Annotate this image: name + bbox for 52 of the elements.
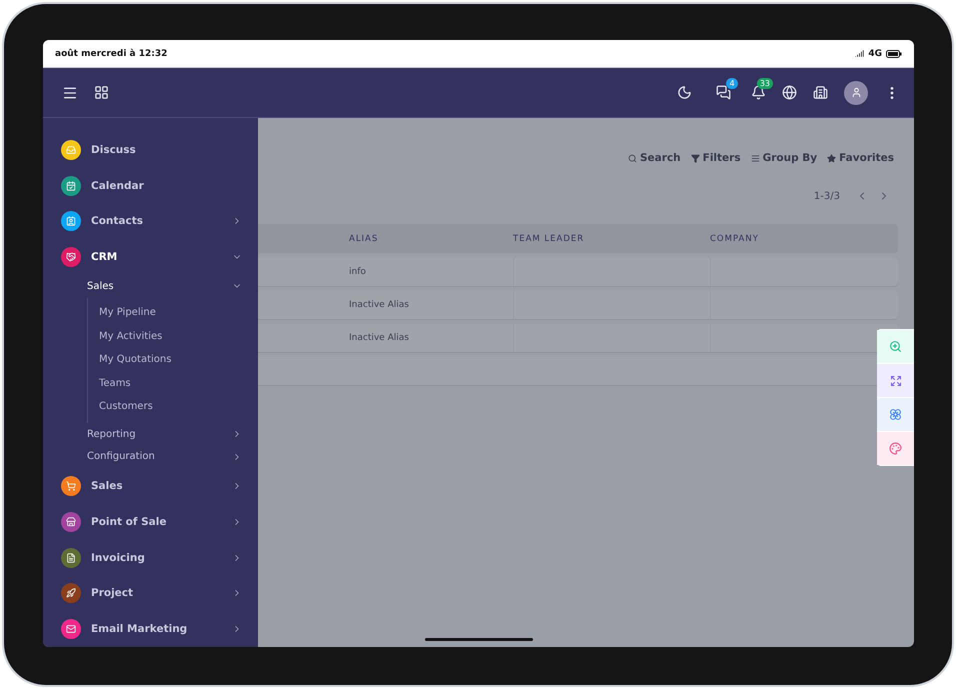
group-icon [750,154,760,162]
building-icon[interactable] [813,85,828,100]
grid-icon[interactable] [94,85,109,100]
message-count-badge: 4 [726,78,738,89]
table-cell: Inactive Alias [349,300,409,310]
search-icon [628,154,637,162]
sidebar-item[interactable]: Contacts [61,203,244,240]
chat-icon[interactable] [716,85,731,100]
pager-count: 1-3/3 [814,190,840,202]
bell-icon[interactable] [751,85,766,100]
submenu-item[interactable]: Sales [61,274,244,298]
settings-icon[interactable] [877,398,914,431]
favorite-icon [827,154,836,162]
filter-icon [690,154,700,162]
column-header[interactable]: TEAM LEADER [513,234,710,244]
battery-icon [886,50,902,58]
submenu-link[interactable]: My Pipeline [99,300,244,324]
expand-icon[interactable] [877,364,914,397]
sidebar-item[interactable]: Discuss [61,132,244,168]
status-time: août mercredi à 12:32 [55,48,168,58]
search-bar-button[interactable]: Group By [750,152,818,164]
signal-icon [855,49,864,58]
palette-icon[interactable] [877,432,914,465]
network-label: 4G [868,48,882,58]
column-header[interactable]: ALIAS [349,234,513,244]
sidebar-item[interactable]: Point of Sale [61,504,244,540]
table-cell: info [349,267,366,277]
table-row[interactable]: Inactive Alias [258,291,898,319]
submenu-item[interactable]: Configuration [61,446,244,468]
submenu-link[interactable]: Teams [99,372,244,396]
sidebar-item[interactable]: Invoicing [61,540,244,576]
globe-icon[interactable] [782,85,797,100]
table-row[interactable]: info [258,258,898,286]
column-header[interactable]: COMPANY [710,234,898,244]
submenu-link[interactable]: My Activities [99,324,244,348]
table-cell: Inactive Alias [349,333,409,343]
notification-count-badge: 33 [756,78,773,89]
user-avatar[interactable] [844,80,868,104]
submenu-link[interactable]: Customers [99,395,244,419]
submenu-link[interactable]: My Quotations [99,348,244,372]
submenu-item[interactable]: Reporting [61,422,244,446]
sidebar-item[interactable]: Email Marketing [61,611,244,647]
moon-icon[interactable] [677,85,692,100]
sidebar-item[interactable]: Project [61,576,244,612]
sidebar-item[interactable]: CRM [61,239,244,275]
sidebar-item[interactable]: Calendar [61,168,244,204]
menu-icon[interactable] [62,84,78,100]
search-bar-button[interactable]: Favorites [827,152,894,164]
search-bar-button[interactable]: Search [628,152,681,164]
table-row[interactable]: Inactive Alias [258,324,898,352]
search-bar-button[interactable]: Filters [690,152,741,164]
sidebar-item[interactable]: Sales [61,468,244,504]
